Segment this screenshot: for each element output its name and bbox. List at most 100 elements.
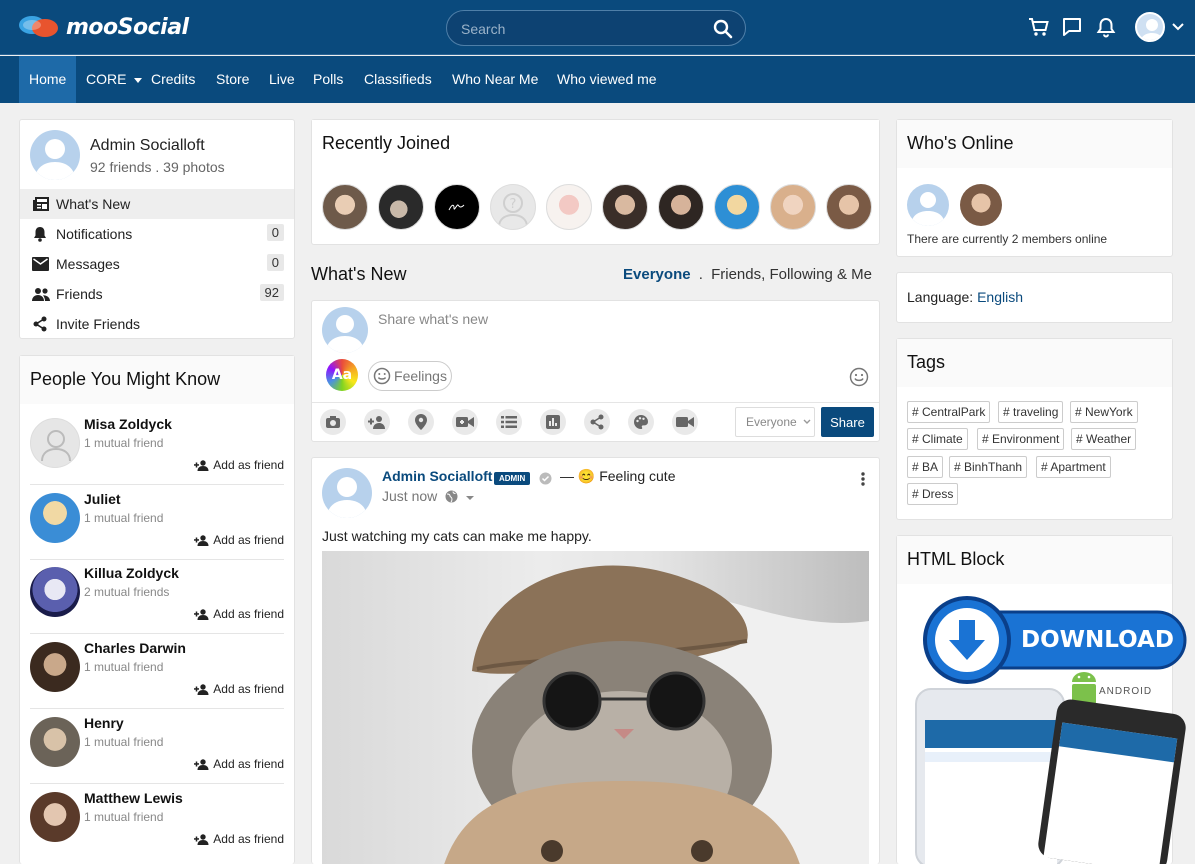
avatar[interactable] [30, 792, 80, 842]
camera-icon[interactable] [320, 409, 346, 435]
tag-item[interactable]: # CentralPark [907, 401, 991, 423]
member-avatar[interactable] [602, 184, 648, 230]
nav-polls[interactable]: Polls [303, 56, 353, 103]
member-avatar[interactable] [826, 184, 872, 230]
mutual-friends[interactable]: 2 mutual friends [84, 585, 169, 599]
nav-core[interactable]: CORE [76, 56, 143, 103]
tag-item[interactable]: # NewYork [1070, 401, 1138, 423]
mutual-friends[interactable]: 1 mutual friend [84, 810, 163, 824]
nav-classifieds[interactable]: Classifieds [354, 56, 442, 103]
member-avatar[interactable]: ? [490, 184, 536, 230]
member-avatar[interactable] [714, 184, 760, 230]
menu-notifications[interactable]: Notifications 0 [20, 219, 294, 249]
chat-icon[interactable] [1061, 16, 1083, 38]
tag-item[interactable]: # Climate [907, 428, 968, 450]
chevron-down-icon[interactable] [1171, 16, 1185, 38]
live-video-icon[interactable] [672, 409, 698, 435]
video-icon[interactable] [452, 409, 478, 435]
composer-input[interactable]: Share what's new [378, 311, 488, 327]
avatar[interactable] [30, 418, 80, 468]
nav-who-near-me[interactable]: Who Near Me [442, 56, 548, 103]
add-friend-button[interactable]: Add as friend [194, 607, 284, 621]
search-input[interactable] [461, 20, 701, 38]
tag-item[interactable]: # Environment [977, 428, 1065, 450]
post-author[interactable]: Admin Socialloft [382, 468, 492, 484]
main-nav: Home CORE Credits Store Live Polls Class… [0, 56, 1195, 103]
post-image[interactable] [322, 551, 869, 864]
nav-store[interactable]: Store [206, 56, 259, 103]
nav-home[interactable]: Home [19, 56, 76, 103]
tag-item[interactable]: # Dress [907, 483, 959, 505]
profile-avatar[interactable] [30, 130, 80, 180]
avatar[interactable] [30, 642, 80, 692]
bell-icon[interactable] [1095, 16, 1117, 38]
member-avatar[interactable] [378, 184, 424, 230]
share-button[interactable]: Share [821, 407, 874, 437]
feelings-button[interactable]: Feelings [368, 361, 452, 391]
menu-whats-new[interactable]: What's New [20, 189, 294, 219]
member-avatar[interactable] [658, 184, 704, 230]
palette-icon[interactable] [628, 409, 654, 435]
profile-name[interactable]: Admin Socialloft [90, 137, 205, 155]
post-time[interactable]: Just now [382, 488, 475, 504]
share-icon[interactable] [584, 409, 610, 435]
download-banner[interactable]: DOWNLOAD [909, 596, 1189, 684]
text-style-button[interactable]: Aa [326, 359, 358, 391]
tag-item[interactable]: # BA [907, 456, 944, 478]
tag-item[interactable]: # traveling [998, 401, 1064, 423]
post-avatar[interactable] [322, 468, 372, 518]
online-avatar[interactable] [960, 184, 1002, 226]
filter-friends-following[interactable]: Friends, Following & Me [711, 266, 872, 283]
menu-messages[interactable]: Messages 0 [20, 249, 294, 279]
question-icon: ? [498, 193, 528, 228]
add-friend-button[interactable]: Add as friend [194, 458, 284, 472]
menu-label: Friends [56, 286, 103, 302]
member-avatar[interactable] [434, 184, 480, 230]
user-avatar[interactable] [1135, 12, 1165, 42]
cart-icon[interactable] [1027, 16, 1049, 38]
avatar[interactable] [30, 567, 80, 617]
menu-friends[interactable]: Friends 92 [20, 279, 294, 309]
mutual-friends[interactable]: 1 mutual friend [84, 511, 163, 525]
person-name[interactable]: Misa Zoldyck [84, 416, 172, 432]
tag-item[interactable]: # Apartment [1036, 456, 1111, 478]
emoji-icon[interactable] [849, 367, 869, 390]
person-name[interactable]: Matthew Lewis [84, 790, 183, 806]
logo[interactable]: mooSocial [18, 14, 189, 40]
nav-who-viewed-me[interactable]: Who viewed me [547, 56, 667, 103]
mutual-friends[interactable]: 1 mutual friend [84, 436, 163, 450]
tags-title: Tags [897, 339, 1172, 387]
location-icon[interactable] [408, 409, 434, 435]
poll-chart-icon[interactable] [540, 409, 566, 435]
language-link[interactable]: English [977, 289, 1023, 305]
avatar[interactable] [30, 717, 80, 767]
mutual-friends[interactable]: 1 mutual friend [84, 660, 163, 674]
online-avatar[interactable] [907, 184, 949, 226]
add-friend-button[interactable]: Add as friend [194, 533, 284, 547]
member-avatar[interactable] [322, 184, 368, 230]
person-name[interactable]: Juliet [84, 491, 121, 507]
person-name[interactable]: Killua Zoldyck [84, 565, 179, 581]
mutual-friends[interactable]: 1 mutual friend [84, 735, 163, 749]
phone-mockup [1036, 697, 1188, 864]
add-friend-button[interactable]: Add as friend [194, 682, 284, 696]
feed-filter: Everyone . Friends, Following & Me [623, 266, 872, 283]
tag-friend-icon[interactable] [364, 409, 390, 435]
filter-everyone[interactable]: Everyone [623, 266, 691, 283]
member-avatar[interactable] [770, 184, 816, 230]
add-friend-button[interactable]: Add as friend [194, 832, 284, 846]
person-name[interactable]: Charles Darwin [84, 640, 186, 656]
add-friend-button[interactable]: Add as friend [194, 757, 284, 771]
nav-credits[interactable]: Credits [141, 56, 205, 103]
tag-item[interactable]: # Weather [1071, 428, 1137, 450]
nav-live[interactable]: Live [259, 56, 305, 103]
menu-invite-friends[interactable]: Invite Friends [20, 309, 294, 339]
search-icon[interactable] [713, 19, 733, 42]
person-name[interactable]: Henry [84, 715, 124, 731]
list-icon[interactable] [496, 409, 522, 435]
tag-item[interactable]: # BinhThanh [949, 456, 1028, 478]
avatar[interactable] [30, 493, 80, 543]
member-avatar[interactable] [546, 184, 592, 230]
more-options-icon[interactable] [861, 472, 865, 489]
privacy-select[interactable]: Everyone [735, 407, 815, 437]
